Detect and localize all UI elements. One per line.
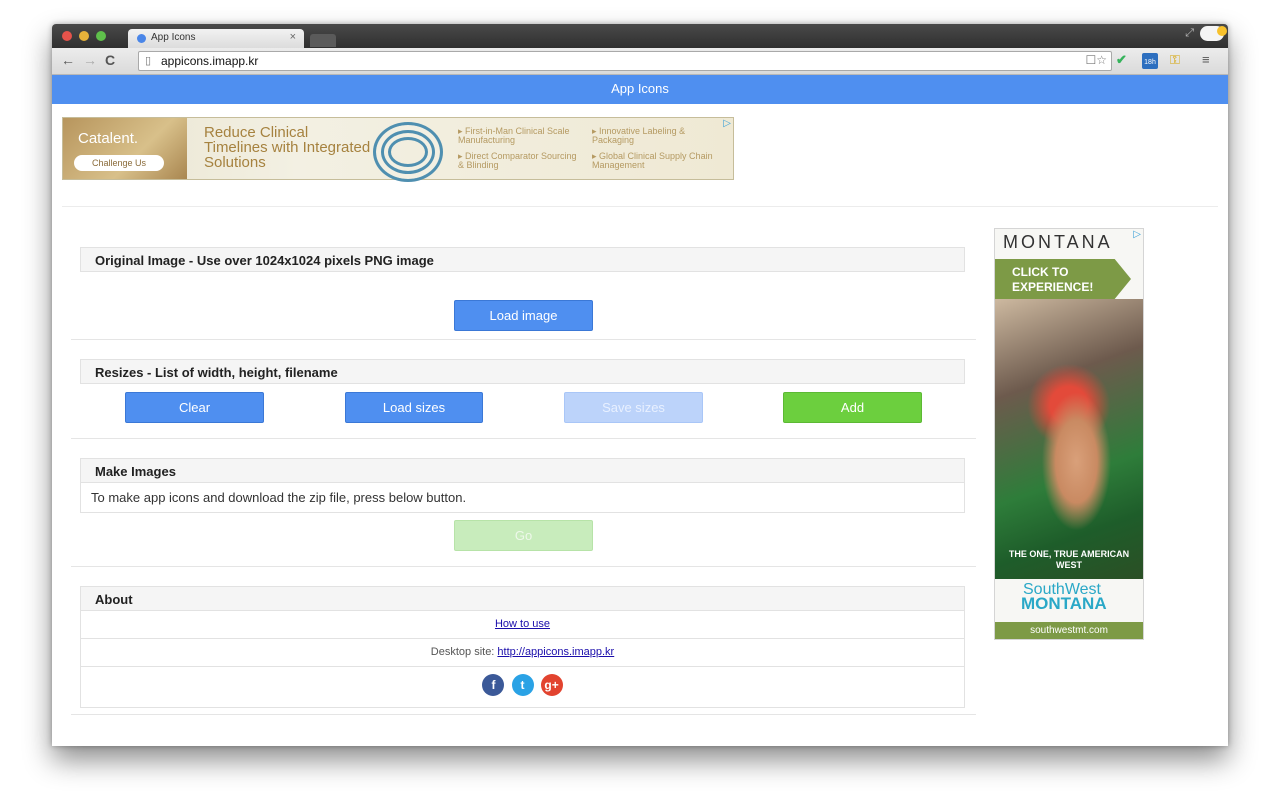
tab-close-icon[interactable]: × — [290, 31, 296, 43]
make-images-section: Make Images To make app icons and downlo… — [71, 457, 976, 567]
save-sizes-button[interactable]: Save sizes — [564, 392, 703, 423]
tab-app-icons[interactable]: App Icons × — [128, 29, 304, 48]
make-images-description: To make app icons and download the zip f… — [80, 483, 965, 513]
ad-choices-icon[interactable]: ▷ — [1133, 229, 1141, 240]
ad-challenge-button[interactable]: Challenge Us — [74, 155, 164, 171]
weather-icon[interactable] — [1200, 26, 1227, 41]
ad-choices-icon[interactable]: ▷ — [723, 118, 731, 129]
side-ad-brand: SouthWest MONTANA — [1007, 582, 1107, 613]
url-text[interactable]: appicons.imapp.kr — [161, 54, 258, 68]
original-image-heading: Original Image - Use over 1024x1024 pixe… — [80, 247, 965, 272]
go-button[interactable]: Go — [454, 520, 593, 551]
facebook-icon[interactable]: f — [482, 674, 505, 696]
sun-icon — [1217, 26, 1227, 36]
ad-logo-panel: Catalent. Challenge Us — [63, 118, 187, 179]
desktop-site-row: Desktop site: http://appicons.imapp.kr — [80, 639, 965, 667]
load-image-button[interactable]: Load image — [454, 300, 593, 331]
ad-headline: Reduce Clinical Timelines with Integrate… — [204, 124, 371, 171]
about-heading: About — [80, 586, 965, 611]
check-extension-icon[interactable]: ✔ — [1116, 52, 1127, 68]
make-images-heading: Make Images — [80, 458, 965, 483]
tab-strip: App Icons × ⤢ — [52, 24, 1228, 48]
bookmark-star-icon[interactable]: ☐☆ — [1085, 53, 1107, 67]
desktop-site-label: Desktop site: — [430, 646, 498, 658]
app-header: App Icons — [52, 75, 1228, 104]
key-extension-icon[interactable]: ⚿ — [1170, 52, 1180, 68]
side-ad-photo — [995, 299, 1143, 579]
fullscreen-icon[interactable]: ⤢ — [1185, 27, 1194, 40]
desktop-site-link[interactable]: http://appicons.imapp.kr — [497, 646, 614, 658]
browser-window: App Icons × ⤢ ← → C ▯ appicons.imapp.kr … — [52, 24, 1228, 746]
favicon-icon — [137, 34, 146, 43]
top-ad-banner[interactable]: Catalent. Challenge Us Reduce Clinical T… — [62, 117, 734, 182]
about-section: About How to use Desktop site: http://ap… — [71, 585, 976, 715]
window-maximize-button[interactable] — [96, 31, 106, 41]
ad-logo: Catalent. — [78, 130, 139, 147]
side-ad-brand-line2: MONTANA — [1021, 594, 1107, 613]
side-ad-tagline: THE ONE, TRUE AMERICAN WEST — [1008, 549, 1130, 570]
original-image-section: Original Image - Use over 1024x1024 pixe… — [71, 245, 976, 340]
page-icon: ▯ — [145, 55, 152, 67]
side-ad-cta[interactable]: CLICK TO EXPERIENCE! — [995, 259, 1131, 299]
side-ad-footer[interactable]: southwestmt.com — [995, 622, 1143, 639]
social-row: f t g+ — [80, 667, 965, 708]
page-content: App Icons Catalent. Challenge Us Reduce … — [52, 75, 1228, 746]
calendar-extension-icon[interactable]: 18h — [1142, 53, 1158, 69]
google-plus-icon[interactable]: g+ — [540, 674, 563, 696]
how-to-use-link[interactable]: How to use — [495, 618, 550, 630]
clear-button[interactable]: Clear — [125, 392, 264, 423]
resizes-section: Resizes - List of width, height, filenam… — [71, 358, 976, 439]
divider — [62, 206, 1218, 207]
load-sizes-button[interactable]: Load sizes — [345, 392, 483, 423]
window-minimize-button[interactable] — [79, 31, 89, 41]
reload-icon[interactable]: C — [105, 52, 115, 68]
ad-bullet: ▸ Innovative Labeling & Packaging — [592, 126, 686, 145]
ad-bullet: ▸ Direct Comparator Sourcing & Blinding — [458, 151, 577, 170]
tab-title: App Icons — [151, 32, 196, 43]
how-to-use-row: How to use — [80, 611, 965, 639]
address-bar[interactable]: ▯ appicons.imapp.kr ☐☆ — [138, 51, 1112, 71]
forward-arrow-icon[interactable]: → — [83, 52, 97, 68]
twitter-icon[interactable]: t — [511, 674, 534, 696]
ad-bullet: ▸ First-in-Man Clinical Scale Manufactur… — [458, 126, 570, 145]
ad-bullet: ▸ Global Clinical Supply Chain Managemen… — [592, 151, 713, 170]
add-button[interactable]: Add — [783, 392, 922, 423]
side-ad-banner[interactable]: MONTANA ▷ CLICK TO EXPERIENCE! THE ONE, … — [994, 228, 1144, 640]
ad-spiral-graphic — [373, 122, 443, 182]
menu-icon[interactable]: ≡ — [1202, 52, 1210, 67]
back-arrow-icon[interactable]: ← — [61, 52, 75, 68]
resizes-heading: Resizes - List of width, height, filenam… — [80, 359, 965, 384]
side-ad-title: MONTANA — [1003, 232, 1113, 252]
window-close-button[interactable] — [62, 31, 72, 41]
new-tab-button[interactable] — [310, 34, 336, 47]
browser-toolbar: ← → C ▯ appicons.imapp.kr ☐☆ ✔ 18h ⚿ ≡ — [52, 48, 1228, 75]
